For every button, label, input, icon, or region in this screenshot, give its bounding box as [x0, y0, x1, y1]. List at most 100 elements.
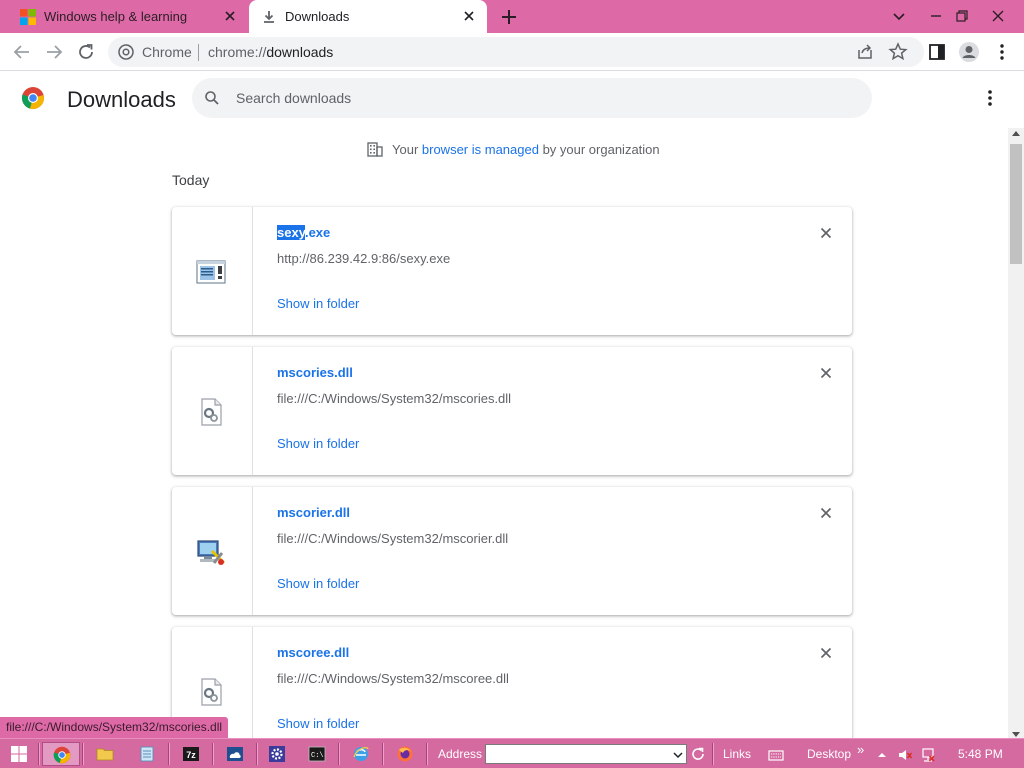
- scroll-up-arrow-icon[interactable]: [1012, 130, 1020, 138]
- taskbar-separator: [712, 743, 714, 765]
- tab-strip: Windows help & learning Downloads: [0, 0, 1024, 33]
- exe-window-icon: [196, 260, 226, 284]
- search-downloads-input[interactable]: Search downloads: [192, 78, 872, 118]
- taskbar-file-explorer[interactable]: [86, 742, 124, 766]
- download-item: mscorier.dll file:///C:/Windows/System32…: [172, 487, 852, 615]
- reload-icon[interactable]: [75, 41, 97, 63]
- download-item: sexy.exe http://86.239.42.9:86/sexy.exe …: [172, 207, 852, 335]
- browser-managed-link[interactable]: browser is managed: [422, 142, 539, 157]
- chevron-down-icon[interactable]: [673, 750, 683, 760]
- show-in-folder-link[interactable]: Show in folder: [277, 296, 359, 311]
- status-bubble: file:///C:/Windows/System32/mscories.dll: [0, 717, 229, 738]
- download-icon-column: [172, 347, 253, 475]
- show-in-folder-link[interactable]: Show in folder: [277, 576, 359, 591]
- taskbar-separator: [212, 743, 214, 765]
- close-window-icon[interactable]: [986, 4, 1010, 28]
- network-icon[interactable]: [920, 747, 936, 763]
- share-icon[interactable]: [855, 41, 877, 63]
- building-icon: [367, 142, 383, 157]
- url-text: chrome://downloads: [208, 44, 334, 60]
- close-icon[interactable]: [222, 8, 238, 24]
- windows-start-icon: [11, 746, 27, 762]
- windows-logo-icon: [20, 9, 36, 25]
- taskbar-separator: [168, 743, 170, 765]
- remove-download-icon[interactable]: [818, 505, 834, 521]
- scroll-thumb[interactable]: [1010, 144, 1022, 264]
- links-toolbar-label[interactable]: Links: [723, 747, 751, 761]
- close-icon[interactable]: [461, 8, 477, 24]
- computer-tools-icon: [197, 540, 226, 565]
- tray-arrow-up-icon[interactable]: [874, 747, 890, 763]
- taskbar-7zip[interactable]: 7z: [172, 742, 210, 766]
- downloads-header: Downloads Search downloads: [0, 72, 1024, 128]
- taskbar-chrome[interactable]: [42, 742, 80, 766]
- address-bar[interactable]: Chrome chrome://downloads: [108, 37, 924, 67]
- show-in-folder-link[interactable]: Show in folder: [277, 716, 359, 731]
- file-source-url: file:///C:/Windows/System32/mscoree.dll: [277, 671, 509, 686]
- toolbar-chevron[interactable]: »: [857, 742, 864, 757]
- taskbar-settings[interactable]: [258, 742, 296, 766]
- search-icon: [205, 91, 219, 105]
- chrome-logo-icon: [53, 746, 71, 764]
- more-actions-icon[interactable]: [980, 88, 1000, 108]
- svg-text:C:\: C:\: [311, 752, 324, 760]
- dll-gear-icon: [201, 398, 222, 426]
- taskbar-command-prompt[interactable]: C:\: [298, 742, 336, 766]
- forward-icon[interactable]: [43, 41, 65, 63]
- volume-muted-icon[interactable]: [897, 747, 913, 763]
- file-source-url: http://86.239.42.9:86/sexy.exe: [277, 251, 451, 266]
- remove-download-icon[interactable]: [818, 225, 834, 241]
- restore-icon[interactable]: [950, 4, 974, 28]
- refresh-icon[interactable]: [690, 746, 706, 762]
- page-scrollbar[interactable]: [1008, 128, 1024, 740]
- file-name-link[interactable]: sexy.exe: [277, 225, 330, 240]
- tab-downloads[interactable]: Downloads: [249, 0, 487, 33]
- file-source-url: file:///C:/Windows/System32/mscorier.dll: [277, 531, 509, 546]
- 7zip-icon: 7z: [183, 747, 199, 761]
- taskbar-separator: [338, 743, 340, 765]
- site-name: Chrome: [142, 44, 192, 60]
- folder-icon: [96, 748, 114, 761]
- chevron-down-icon[interactable]: [887, 4, 911, 28]
- taskbar-notepad[interactable]: [128, 742, 166, 766]
- download-item: mscories.dll file:///C:/Windows/System32…: [172, 347, 852, 475]
- remove-download-icon[interactable]: [818, 365, 834, 381]
- keyboard-icon[interactable]: [768, 747, 784, 763]
- settings-gear-icon: [269, 746, 285, 762]
- menu-kebab-icon[interactable]: [991, 41, 1013, 63]
- taskbar: 7z C:\ Address Links Desktop » 5:48 PM: [0, 738, 1024, 768]
- start-button[interactable]: [0, 742, 36, 766]
- taskbar-separator: [426, 743, 428, 765]
- browser-toolbar: Chrome chrome://downloads: [0, 33, 1024, 71]
- terminal-icon: C:\: [308, 746, 326, 762]
- selected-text: sexy: [277, 225, 305, 240]
- scroll-down-arrow-icon[interactable]: [1012, 730, 1020, 738]
- managed-notice: Your browser is managed by your organiza…: [366, 140, 660, 158]
- side-panel-icon[interactable]: [926, 41, 948, 63]
- taskbar-address-input[interactable]: [485, 744, 687, 764]
- desktop-toolbar-label[interactable]: Desktop: [807, 747, 851, 761]
- taskbar-internet-explorer[interactable]: [342, 742, 380, 766]
- download-icon-column: [172, 487, 253, 615]
- remove-download-icon[interactable]: [818, 645, 834, 661]
- file-name-link[interactable]: mscories.dll: [277, 365, 353, 380]
- new-tab-icon[interactable]: [498, 6, 520, 28]
- file-name-link[interactable]: mscoree.dll: [277, 645, 349, 660]
- managed-prefix: Your: [392, 141, 422, 157]
- search-placeholder: Search downloads: [236, 90, 352, 106]
- taskbar-separator: [82, 743, 84, 765]
- minimize-icon[interactable]: [924, 4, 948, 28]
- chrome-page-icon: [118, 44, 134, 60]
- dll-gear-icon: [201, 678, 222, 706]
- file-name-link[interactable]: mscorier.dll: [277, 505, 350, 520]
- taskbar-onedrive[interactable]: [216, 742, 254, 766]
- show-in-folder-link[interactable]: Show in folder: [277, 436, 359, 451]
- back-icon[interactable]: [11, 41, 33, 63]
- bookmark-star-icon[interactable]: [887, 41, 909, 63]
- managed-suffix: by your organization: [538, 141, 660, 157]
- taskbar-firefox[interactable]: [386, 742, 424, 766]
- clock[interactable]: 5:48 PM: [958, 747, 1003, 761]
- tab-windows-help[interactable]: Windows help & learning: [8, 0, 248, 33]
- svg-text:7z: 7z: [186, 750, 196, 760]
- profile-avatar-icon[interactable]: [958, 41, 980, 63]
